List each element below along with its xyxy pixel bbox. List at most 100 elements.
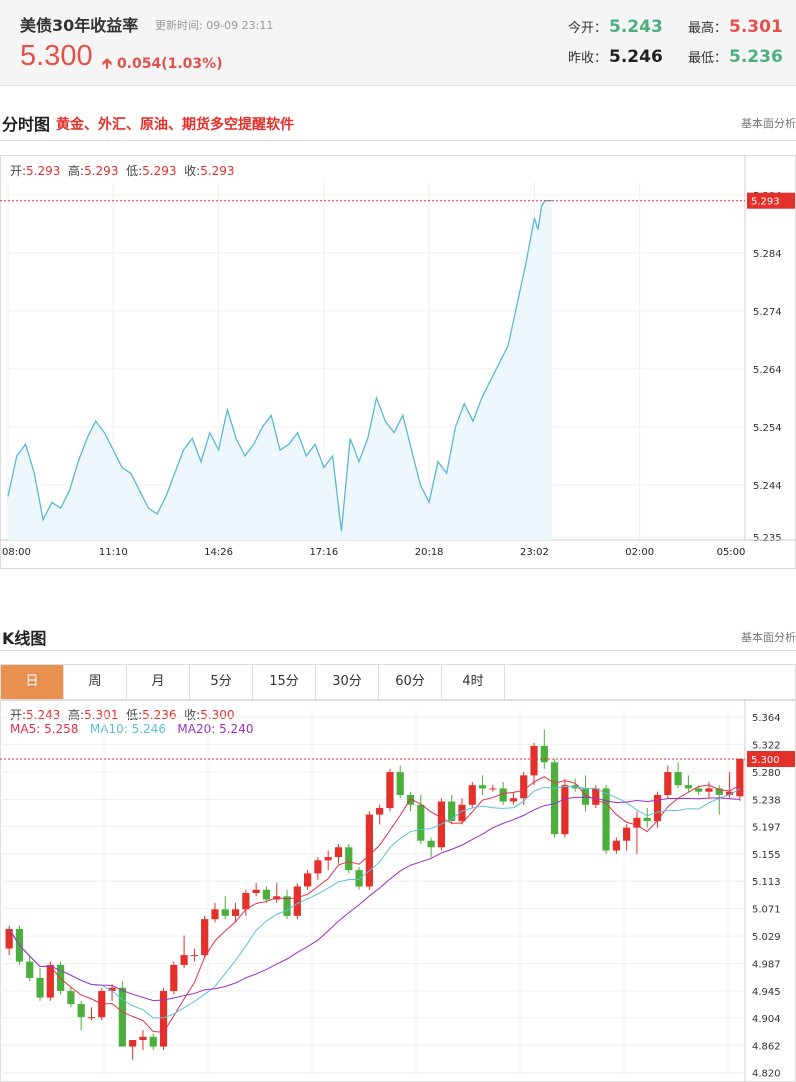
candle-body [180, 955, 188, 965]
y-tick-label: 5.254 [753, 423, 782, 434]
y-tick-label: 5.364 [752, 713, 781, 724]
candle-body [623, 827, 631, 841]
candle-body [551, 762, 559, 835]
candle-body [221, 909, 229, 916]
candle-body [478, 785, 487, 789]
price-change-value: 0.054(1.03%) [116, 56, 223, 72]
candle-body [5, 928, 13, 949]
x-tick-label: 17:16 [309, 547, 338, 558]
kline-title: K线图 [2, 629, 47, 648]
candle-body [345, 847, 353, 871]
kline-chart[interactable]: 4.820 4.862 4.904 4.945 4.987 5.029 5.071 5.113… [0, 700, 796, 1082]
intraday-header: 分时图 黄金、外汇、原油、期货多空提醒软件 基本面分析 [0, 106, 796, 136]
prev-close-value: 5.246 [609, 47, 663, 67]
candle-body [427, 840, 435, 848]
y-tick-label: 4.862 [752, 1041, 781, 1052]
candle-body [705, 788, 713, 792]
update-time-value: 09-09 23:11 [206, 19, 274, 32]
candle-body [530, 745, 538, 776]
promo-link[interactable]: 黄金、外汇、原油、期货多空提醒软件 [56, 114, 294, 134]
tab-30min[interactable]: 30分 [316, 665, 379, 699]
prev-close-label: 昨收： [568, 51, 608, 66]
candle-body [355, 870, 363, 887]
high-label: 最高： [688, 21, 728, 36]
open-value: 5.243 [609, 17, 663, 37]
divider [0, 140, 796, 141]
candle-body [468, 785, 476, 805]
candle-body [129, 1040, 137, 1047]
candle-body [602, 788, 610, 851]
candle-body [376, 808, 384, 815]
y-tick-label: 5.029 [752, 932, 781, 943]
series-area [8, 200, 552, 540]
candle-body [664, 772, 672, 795]
candle-body [561, 785, 569, 835]
tab-month[interactable]: 月 [127, 665, 190, 699]
candle-body [87, 1017, 96, 1019]
y-tick-label: 4.987 [752, 960, 781, 971]
price-change: 🡱 0.054(1.03%) [102, 53, 223, 77]
x-tick-label: 20:18 [415, 547, 444, 558]
candle-body [520, 775, 528, 799]
fundamental-analysis-link[interactable]: 基本面分析 [741, 115, 796, 131]
low-stat: 最低： 5.236 [688, 47, 783, 67]
kline-header: K线图 基本面分析 [0, 620, 796, 650]
y-tick-label: 5.264 [753, 365, 782, 376]
candle-body [489, 788, 497, 790]
candle-body [293, 886, 301, 916]
candle-body [231, 909, 240, 916]
candle-body [417, 804, 425, 841]
y-tick-label: 5.071 [752, 905, 781, 916]
y-tick-label: 4.945 [752, 987, 781, 998]
candle-body [252, 889, 260, 893]
update-time: 更新时间: 09-09 23:11 [155, 17, 273, 33]
prev-close-stat: 昨收： 5.246 [568, 47, 663, 67]
y-tick-label: 5.244 [753, 481, 782, 492]
candle-body [396, 772, 404, 795]
candle-body [77, 1004, 85, 1018]
intraday-title: 分时图 [2, 115, 51, 134]
last-value-label: 5.300 [751, 755, 780, 766]
instrument-title: 美债30年收益率 [20, 16, 139, 35]
y-tick-label: 5.284 [753, 249, 782, 260]
y-tick-label: 5.238 [752, 796, 781, 807]
candle-body [509, 798, 518, 802]
high-value: 5.301 [729, 17, 783, 37]
candle-body [674, 772, 682, 786]
low-value: 5.236 [729, 47, 783, 67]
candle-body [314, 860, 322, 874]
intraday-chart[interactable]: 08:00 11:10 14:26 17:16 20:18 23:02 02:00 05:00… [0, 155, 796, 569]
y-tick-label: 5.155 [752, 850, 781, 861]
candle-body [592, 788, 600, 805]
y-tick-label: 5.197 [752, 822, 781, 833]
candle-body [211, 909, 219, 920]
divider [0, 650, 796, 651]
candle-body [201, 919, 209, 956]
x-tick-label: 11:10 [99, 547, 128, 558]
candle-body [67, 991, 75, 1005]
quote-header: 美债30年收益率 更新时间: 09-09 23:11 5.300 🡱 0.054… [0, 0, 796, 86]
candle-body [36, 977, 44, 998]
candle-body [149, 1036, 157, 1047]
candle-body [684, 785, 692, 789]
tab-day[interactable]: 日 [1, 665, 64, 699]
y-tick-label: 4.904 [752, 1014, 781, 1025]
up-arrow-icon: 🡱 [102, 56, 113, 72]
y-tick-label: 5.322 [752, 741, 781, 752]
x-tick-label: 14:26 [204, 547, 233, 558]
ma10-line [8, 785, 741, 1019]
tab-15min[interactable]: 15分 [253, 665, 316, 699]
open-stat: 今开： 5.243 [568, 17, 663, 37]
fundamental-analysis-link-2[interactable]: 基本面分析 [741, 629, 796, 645]
tab-5min[interactable]: 5分 [190, 665, 253, 699]
candle-body [170, 964, 178, 992]
low-label: 最低： [688, 51, 728, 66]
tab-week[interactable]: 周 [64, 665, 127, 699]
candle-body [26, 961, 34, 978]
candle-body [612, 840, 620, 851]
tab-4hour[interactable]: 4时 [442, 665, 505, 699]
tab-60min[interactable]: 60分 [379, 665, 442, 699]
y-tick-label: 5.274 [753, 307, 782, 318]
candle-body [262, 889, 271, 900]
x-tick-label: 08:00 [2, 547, 31, 558]
